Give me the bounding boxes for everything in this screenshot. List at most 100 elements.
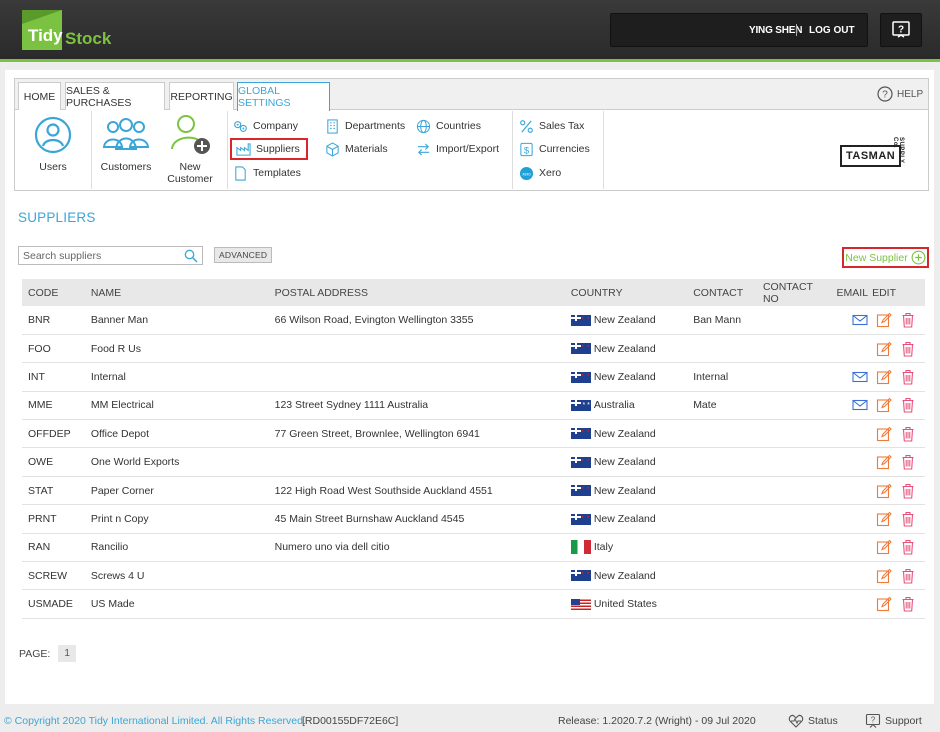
- search-input[interactable]: [19, 247, 179, 264]
- help-link[interactable]: ? HELP: [877, 86, 923, 102]
- edit-button[interactable]: [876, 426, 894, 442]
- cell-code: OWE: [22, 447, 85, 477]
- table-row[interactable]: INTInternalNew ZealandInternal: [22, 362, 925, 392]
- delete-button[interactable]: [900, 369, 918, 385]
- col-postal-address[interactable]: POSTAL ADDRESS: [268, 279, 565, 306]
- nz-flag-icon: [570, 456, 591, 468]
- menu-materials-label: Materials: [345, 143, 388, 155]
- delete-button[interactable]: [900, 454, 918, 470]
- status-link[interactable]: Status: [788, 713, 838, 729]
- email-button[interactable]: [850, 397, 868, 413]
- edit-button[interactable]: [876, 369, 894, 385]
- table-row[interactable]: RAN Rancilio Numero uno via dell citio Ital…: [22, 533, 925, 563]
- menu-import-export[interactable]: Import/Export: [416, 140, 499, 158]
- cell-email: [834, 504, 871, 534]
- menu-company[interactable]: Company: [233, 117, 298, 135]
- tab-reporting[interactable]: REPORTING: [169, 82, 234, 110]
- support-link[interactable]: ? Support: [865, 713, 922, 729]
- menu-countries[interactable]: Countries: [416, 117, 481, 135]
- edit-button[interactable]: [876, 568, 894, 584]
- email-button[interactable]: [850, 312, 868, 328]
- customers-icon: [102, 118, 150, 150]
- table-row[interactable]: OFFDEP Office Depot 77 Green Street, Brown…: [22, 419, 925, 449]
- tab-home[interactable]: HOME: [18, 82, 61, 110]
- table-row[interactable]: FOOFood R Us New Zealand: [22, 334, 925, 364]
- advanced-search-button[interactable]: ADVANCED: [214, 247, 273, 263]
- delete-button[interactable]: [900, 312, 918, 328]
- col-edit: EDIT: [870, 279, 925, 306]
- delete-button[interactable]: [900, 426, 918, 442]
- new-customer-label-line2: Customer: [167, 173, 213, 185]
- delete-button[interactable]: [900, 341, 918, 357]
- cell-code: USMADE: [22, 589, 85, 619]
- menu-suppliers[interactable]: Suppliers: [230, 138, 308, 160]
- edit-icon: [877, 369, 892, 385]
- country-name: Australia: [593, 399, 635, 412]
- tab-sales-purchases[interactable]: SALES & PURCHASES: [65, 82, 165, 110]
- logout-link[interactable]: LOG OUT: [809, 25, 855, 36]
- user-name[interactable]: YING SHEN: [749, 25, 802, 36]
- delete-button[interactable]: [900, 397, 918, 413]
- edit-button[interactable]: [876, 397, 894, 413]
- table-row[interactable]: MME MM Electrical 123 Street Sydney 1111 A…: [22, 391, 925, 421]
- col-code[interactable]: CODE: [22, 279, 85, 306]
- table-row[interactable]: BNR Banner Man 66 Wilson Road, Evington We…: [22, 306, 925, 335]
- delete-button[interactable]: [900, 511, 918, 527]
- tab-global-settings[interactable]: GLOBAL SETTINGS: [237, 82, 330, 111]
- cell-actions: [870, 589, 925, 619]
- delete-button[interactable]: [900, 568, 918, 584]
- col-country[interactable]: COUNTRY: [564, 279, 688, 306]
- customers-label: Customers: [100, 161, 152, 173]
- svg-text:?: ?: [871, 716, 876, 725]
- cell-contact: [687, 334, 757, 364]
- menu-templates[interactable]: Templates: [233, 164, 301, 182]
- delete-button[interactable]: [900, 539, 918, 555]
- delete-button[interactable]: [900, 483, 918, 499]
- edit-button[interactable]: [876, 511, 894, 527]
- col-contact[interactable]: CONTACT: [687, 279, 757, 306]
- help-button[interactable]: ?: [880, 13, 922, 47]
- trash-icon: [902, 312, 914, 328]
- search-icon[interactable]: [184, 249, 198, 263]
- edit-button[interactable]: [876, 483, 894, 499]
- menu-materials[interactable]: Materials: [325, 140, 388, 158]
- table-row[interactable]: OWEOne World Exports New Zealand: [22, 447, 925, 477]
- tidystock-logo[interactable]: Tidy Stock: [22, 10, 111, 50]
- users-link[interactable]: Users: [21, 115, 85, 173]
- delete-button[interactable]: [900, 596, 918, 612]
- logo-stock-text: Stock: [65, 29, 112, 48]
- menu-xero[interactable]: xero Xero: [519, 164, 561, 182]
- edit-button[interactable]: [876, 454, 894, 470]
- customers-link[interactable]: Customers: [94, 115, 158, 173]
- menu-currencies[interactable]: $ Currencies: [519, 140, 590, 158]
- col-contact-no[interactable]: CONTACT NO: [756, 279, 835, 306]
- cell-name: Office Depot: [84, 419, 269, 449]
- trash-icon: [902, 341, 914, 357]
- page-number-button[interactable]: 1: [58, 645, 76, 662]
- cell-actions: [870, 447, 925, 477]
- new-supplier-button[interactable]: New Supplier: [842, 247, 929, 268]
- top-bar: Tidy Stock YING SHEN LOG OUT ?: [0, 0, 940, 62]
- edit-button[interactable]: [876, 539, 894, 555]
- edit-button[interactable]: [876, 312, 894, 328]
- cell-name: Screws 4 U: [84, 561, 269, 591]
- edit-button[interactable]: [876, 341, 894, 357]
- new-customer-link[interactable]: New Customer: [158, 113, 222, 185]
- menu-sales-tax[interactable]: Sales Tax: [519, 117, 584, 135]
- col-name[interactable]: NAME: [84, 279, 269, 306]
- heartbeat-icon: [788, 714, 804, 728]
- edit-button[interactable]: [876, 596, 894, 612]
- country-name: New Zealand: [593, 370, 656, 383]
- copyright-link[interactable]: © Copyright 2020 Tidy International Limi…: [4, 715, 306, 727]
- table-row[interactable]: SCREWScrews 4 U New Zealand: [22, 561, 925, 591]
- table-row[interactable]: USMADE US Made United States: [22, 589, 925, 619]
- table-row[interactable]: PRNT Print n Copy 45 Main Street Burnshaw …: [22, 504, 925, 534]
- cell-contact: [687, 476, 757, 506]
- footer: © Copyright 2020 Tidy International Limi…: [0, 708, 940, 732]
- cell-name: Food R Us: [84, 334, 269, 364]
- cell-name: US Made: [84, 589, 269, 619]
- table-row[interactable]: STAT Paper Corner 122 High Road West South…: [22, 476, 925, 506]
- menu-departments[interactable]: Departments: [325, 117, 405, 135]
- cell-code: SCREW: [22, 561, 85, 591]
- email-button[interactable]: [850, 369, 868, 385]
